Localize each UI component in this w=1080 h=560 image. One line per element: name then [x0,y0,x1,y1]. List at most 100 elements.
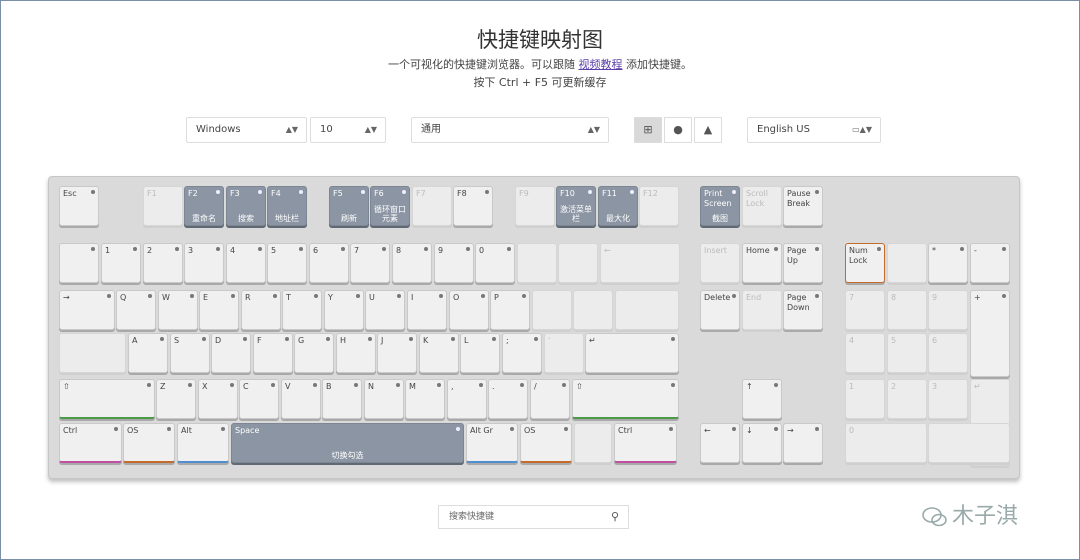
key-f7[interactable]: F7 [412,186,452,226]
mac-os-button[interactable]: ● [664,117,692,143]
os-select[interactable]: Windows ▲▼ [186,117,307,143]
key-x[interactable]: X [198,379,238,419]
key-m[interactable]: M [405,379,445,419]
key-blank[interactable] [615,290,679,330]
layout-select[interactable]: English US ▭▲▼ [747,117,881,143]
key-f[interactable]: F [253,333,293,373]
key-f12[interactable]: F12 [639,186,679,226]
key-5[interactable]: 5 [887,333,927,373]
app-select[interactable]: 通用 ▲▼ [411,117,609,143]
key-os[interactable]: OS [520,423,572,463]
key-u[interactable]: U [365,290,405,330]
key-8[interactable]: 8 [887,290,927,330]
key-j[interactable]: J [377,333,417,373]
key-page-down[interactable]: Page Down [783,290,823,330]
key-7[interactable]: 7 [350,243,390,283]
key-page-up[interactable]: Page Up [783,243,823,283]
key-blank[interactable] [574,423,612,463]
key-blank[interactable] [887,243,927,283]
key-blank[interactable] [517,243,557,283]
key-blank[interactable] [532,290,572,330]
key--[interactable]: - [970,243,1010,283]
key-6[interactable]: 6 [928,333,968,373]
key-f11[interactable]: F11 最大化 [598,186,638,226]
key-home[interactable]: Home [742,243,782,283]
key-num-lock[interactable]: Num Lock [845,243,885,283]
key-os[interactable]: OS [123,423,175,463]
key-f4[interactable]: F4 地址栏 [267,186,307,226]
key-r[interactable]: R [241,290,281,330]
key-1[interactable]: 1 [101,243,141,283]
key-blank[interactable] [573,290,613,330]
key-f2[interactable]: F2 重命名 [184,186,224,226]
key-.[interactable]: . [488,379,528,419]
key-pause-break[interactable]: Pause Break [783,186,823,226]
key-l[interactable]: L [460,333,500,373]
key-delete[interactable]: Delete [700,290,740,330]
key-alt[interactable]: Alt [177,423,229,463]
key-9[interactable]: 9 [928,290,968,330]
key-q[interactable]: Q [116,290,156,330]
key-blank[interactable] [59,243,99,283]
key-←[interactable]: ← [600,243,680,283]
key-f9[interactable]: F9 [515,186,555,226]
key-3[interactable]: 3 [184,243,224,283]
key-,[interactable]: , [447,379,487,419]
key-v[interactable]: V [281,379,321,419]
key-s[interactable]: S [170,333,210,373]
key-esc[interactable]: Esc [59,186,99,226]
key-insert[interactable]: Insert [700,243,740,283]
key-z[interactable]: Z [156,379,196,419]
key-6[interactable]: 6 [309,243,349,283]
key-blank[interactable] [928,423,1010,463]
key-w[interactable]: W [158,290,198,330]
key-5[interactable]: 5 [267,243,307,283]
key-f3[interactable]: F3 搜索 [226,186,266,226]
key-↑[interactable]: ↑ [742,379,782,419]
key-h[interactable]: H [336,333,376,373]
key-⇧[interactable]: ⇧ [572,379,679,419]
key-0[interactable]: 0 [475,243,515,283]
key-2[interactable]: 2 [887,379,927,419]
key-print-screen[interactable]: Print Screen 截图 [700,186,740,226]
key-0[interactable]: 0 [845,423,927,463]
key-ctrl[interactable]: Ctrl [614,423,677,463]
key-↵[interactable]: ↵ [585,333,679,373]
key-a[interactable]: A [128,333,168,373]
key-c[interactable]: C [239,379,279,419]
key-7[interactable]: 7 [845,290,885,330]
key-ctrl[interactable]: Ctrl [59,423,122,463]
key-k[interactable]: K [419,333,459,373]
key-↓[interactable]: ↓ [742,423,782,463]
key-;[interactable]: ; [502,333,542,373]
key-4[interactable]: 4 [226,243,266,283]
key-/[interactable]: / [530,379,570,419]
key-9[interactable]: 9 [434,243,474,283]
key-e[interactable]: E [199,290,239,330]
key-+[interactable]: + [970,290,1010,377]
key-4[interactable]: 4 [845,333,885,373]
key-alt-gr[interactable]: Alt Gr [466,423,518,463]
key-8[interactable]: 8 [392,243,432,283]
key-scroll-lock[interactable]: Scroll Lock [742,186,782,226]
key-n[interactable]: N [364,379,404,419]
linux-os-button[interactable]: ▲ [694,117,722,143]
key-d[interactable]: D [211,333,251,373]
version-select[interactable]: 10 ▲▼ [310,117,386,143]
key-space[interactable]: Space 切换勾选 [231,423,464,463]
key-f10[interactable]: F10 激活菜单栏 [556,186,596,226]
key-f1[interactable]: F1 [143,186,183,226]
key-3[interactable]: 3 [928,379,968,419]
key-o[interactable]: O [449,290,489,330]
key-f6[interactable]: F6 循环窗口元素 [370,186,410,226]
key-f5[interactable]: F5 刷新 [329,186,369,226]
key-2[interactable]: 2 [143,243,183,283]
key-p[interactable]: P [490,290,530,330]
key-t[interactable]: T [282,290,322,330]
video-tutorial-link[interactable]: 视频教程 [579,58,623,71]
key-'[interactable]: ' [544,333,584,373]
key-blank[interactable] [59,333,126,373]
search-input[interactable]: 搜索快捷键 ⚲ [438,505,629,529]
key-→[interactable]: → [59,290,115,330]
key-f8[interactable]: F8 [453,186,493,226]
